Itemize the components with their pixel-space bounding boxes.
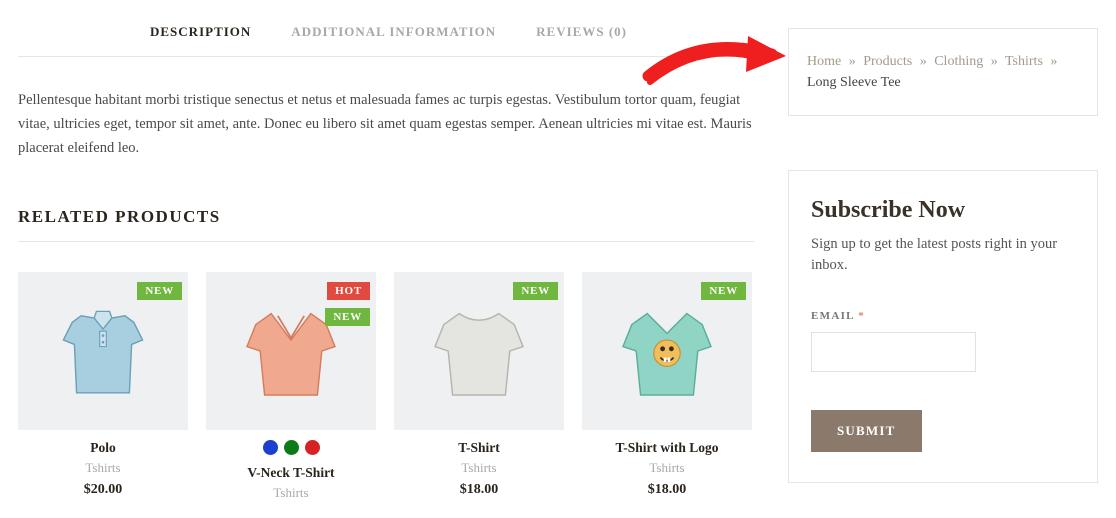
product-price: $18.00	[394, 482, 564, 498]
breadcrumb-separator: »	[920, 54, 927, 69]
description-text: Pellentesque habitant morbi tristique se…	[18, 57, 754, 161]
badge-new: NEW	[137, 282, 182, 300]
tab-additional-information[interactable]: ADDITIONAL INFORMATION	[291, 24, 496, 40]
breadcrumb-separator: »	[991, 54, 998, 69]
subscribe-description: Sign up to get the latest posts right in…	[811, 234, 1075, 276]
product-price: $20.00	[18, 482, 188, 498]
swatch-blue[interactable]	[263, 440, 278, 455]
subscribe-widget: Subscribe Now Sign up to get the latest …	[788, 170, 1098, 483]
breadcrumb-separator: »	[849, 54, 856, 69]
tab-reviews[interactable]: REVIEWS (0)	[536, 24, 627, 40]
badge-hot: HOT	[327, 282, 370, 300]
swatch-green[interactable]	[284, 440, 299, 455]
badge-new: NEW	[513, 282, 558, 300]
badge-new: NEW	[701, 282, 746, 300]
email-label: EMAIL *	[811, 310, 1075, 322]
product-image: NEW	[18, 272, 188, 430]
swatch-red[interactable]	[305, 440, 320, 455]
breadcrumb-tshirts[interactable]: Tshirts	[1005, 54, 1043, 69]
subscribe-title: Subscribe Now	[811, 197, 1075, 224]
product-title: V-Neck T-Shirt	[206, 465, 376, 481]
breadcrumb-separator: »	[1050, 54, 1057, 69]
product-category: Tshirts	[582, 460, 752, 476]
breadcrumb: Home » Products » Clothing » Tshirts » L…	[788, 28, 1098, 116]
required-asterisk: *	[858, 310, 865, 322]
related-products-grid: NEW Polo Tshirts $20.00 HOT N	[18, 272, 754, 501]
breadcrumb-home[interactable]: Home	[807, 54, 841, 69]
product-title: T-Shirt	[394, 440, 564, 456]
product-category: Tshirts	[18, 460, 188, 476]
product-card-tshirt-logo[interactable]: NEW T-Shirt with Logo Tshirts $18.00	[582, 272, 752, 501]
product-card-polo[interactable]: NEW Polo Tshirts $20.00	[18, 272, 188, 501]
submit-button[interactable]: SUBMIT	[811, 410, 922, 452]
product-image: NEW	[394, 272, 564, 430]
product-image: NEW	[582, 272, 752, 430]
product-title: Polo	[18, 440, 188, 456]
product-title: T-Shirt with Logo	[582, 440, 752, 456]
product-tabs: DESCRIPTION ADDITIONAL INFORMATION REVIE…	[18, 0, 754, 57]
product-category: Tshirts	[206, 485, 376, 501]
product-category: Tshirts	[394, 460, 564, 476]
tshirt-icon	[424, 296, 534, 406]
related-products-heading: RELATED PRODUCTS	[18, 207, 754, 242]
breadcrumb-current: Long Sleeve Tee	[807, 75, 901, 90]
badge-new: NEW	[325, 308, 370, 326]
polo-shirt-icon	[48, 296, 158, 406]
email-field[interactable]	[811, 332, 976, 372]
product-image: HOT NEW	[206, 272, 376, 430]
breadcrumb-products[interactable]: Products	[863, 54, 912, 69]
product-price: $18.00	[582, 482, 752, 498]
color-swatches	[206, 440, 376, 455]
product-card-vneck[interactable]: HOT NEW V-Neck T-Shirt Tshirts	[206, 272, 376, 501]
tshirt-logo-icon	[612, 296, 722, 406]
tab-description[interactable]: DESCRIPTION	[150, 24, 251, 40]
breadcrumb-clothing[interactable]: Clothing	[934, 54, 983, 69]
product-card-tshirt[interactable]: NEW T-Shirt Tshirts $18.00	[394, 272, 564, 501]
